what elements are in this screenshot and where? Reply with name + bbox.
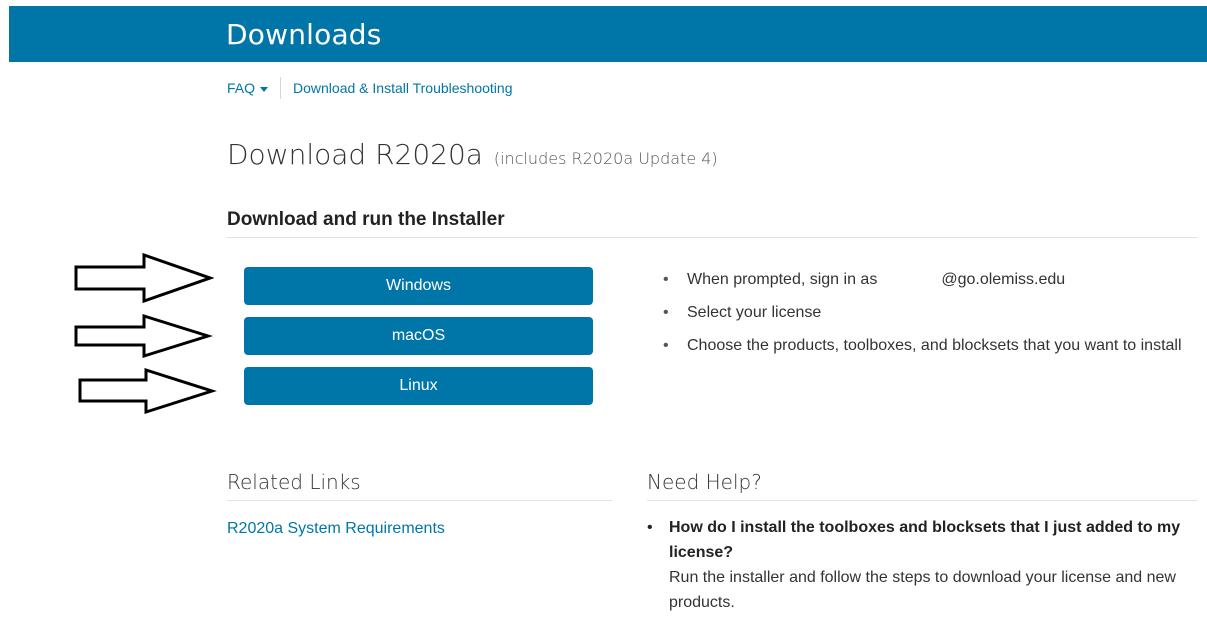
right-arrow-icon bbox=[74, 252, 214, 304]
related-links-heading: Related Links bbox=[227, 470, 612, 501]
faq-menu[interactable]: FAQ bbox=[227, 80, 280, 96]
step-sign-in: When prompted, sign in as @go.olemiss.edu bbox=[660, 268, 1190, 291]
page-title: Download R2020a (includes R2020a Update … bbox=[227, 138, 718, 171]
step-sign-in-text: When prompted, sign in as bbox=[687, 271, 878, 288]
right-arrow-icon bbox=[78, 367, 218, 415]
system-requirements-link[interactable]: R2020a System Requirements bbox=[227, 520, 445, 538]
step-select-license: Select your license bbox=[660, 301, 1190, 324]
need-help-heading: Need Help? bbox=[647, 470, 1198, 501]
page-title-main: Download R2020a bbox=[227, 138, 483, 171]
email-domain: @go.olemiss.edu bbox=[941, 271, 1066, 288]
faq-label: FAQ bbox=[227, 80, 256, 96]
download-windows-button[interactable]: Windows bbox=[244, 267, 593, 305]
help-question: How do I install the toolboxes and block… bbox=[647, 515, 1197, 565]
nav-divider bbox=[280, 77, 282, 99]
troubleshooting-link[interactable]: Download & Install Troubleshooting bbox=[293, 80, 512, 96]
sub-navigation: FAQ Download & Install Troubleshooting bbox=[227, 77, 512, 99]
page-title-subtitle: (includes R2020a Update 4) bbox=[493, 149, 718, 168]
caret-down-icon bbox=[260, 86, 269, 92]
downloads-banner: Downloads bbox=[9, 6, 1207, 62]
help-answer: Run the installer and follow the steps t… bbox=[669, 569, 1176, 611]
download-macos-button[interactable]: macOS bbox=[244, 317, 593, 355]
right-arrow-icon bbox=[74, 313, 214, 359]
installer-heading: Download and run the Installer bbox=[227, 209, 1197, 238]
banner-title: Downloads bbox=[226, 18, 382, 51]
help-item: How do I install the toolboxes and block… bbox=[647, 515, 1197, 615]
installer-steps: When prompted, sign in as @go.olemiss.edu… bbox=[660, 268, 1190, 367]
download-linux-button[interactable]: Linux bbox=[244, 367, 593, 405]
step-choose-products: Choose the products, toolboxes, and bloc… bbox=[660, 334, 1190, 357]
